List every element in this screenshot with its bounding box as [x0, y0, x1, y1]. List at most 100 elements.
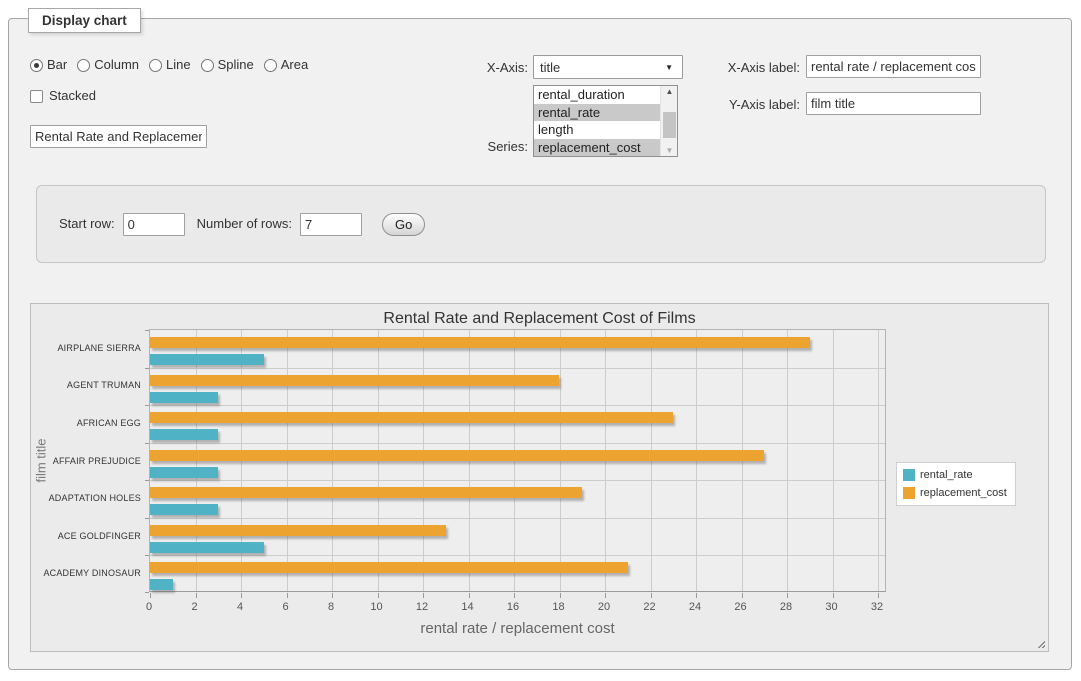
bar-replacement-cost	[150, 412, 673, 423]
radio-circle-icon	[149, 59, 162, 72]
plot-area	[149, 329, 886, 592]
x-axis-select[interactable]: title ▼	[533, 55, 683, 79]
radio-label: Bar	[47, 57, 67, 73]
y-tick-mark	[145, 443, 149, 444]
x-axis-label-input[interactable]	[806, 55, 981, 78]
number-of-rows-input[interactable]	[300, 213, 362, 236]
resize-handle-icon[interactable]	[1035, 638, 1045, 648]
go-button[interactable]: Go	[382, 213, 425, 236]
start-row-input[interactable]	[123, 213, 185, 236]
legend-swatch-icon	[903, 487, 915, 499]
y-tick-mark	[145, 518, 149, 519]
bar-replacement-cost	[150, 487, 582, 498]
legend-swatch-icon	[903, 469, 915, 481]
x-tick-mark	[833, 593, 834, 598]
legend-item-replacement_cost[interactable]: replacement_cost	[903, 487, 1007, 499]
x-tick-mark	[378, 593, 379, 598]
y-axis-label-label: Y-Axis label:	[688, 97, 800, 113]
bar-rental-rate	[150, 392, 218, 403]
x-tick-mark	[878, 593, 879, 598]
x-tick-mark	[651, 593, 652, 598]
x-tick-label: 10	[357, 601, 397, 613]
x-tick-mark	[423, 593, 424, 598]
listbox-scrollbar[interactable]: ▲ ▼	[660, 86, 677, 156]
series-option-length[interactable]: length	[534, 121, 660, 139]
bar-rental-rate	[150, 579, 173, 590]
y-axis-label-input[interactable]	[806, 92, 981, 115]
scroll-down-icon[interactable]: ▼	[661, 146, 678, 155]
x-axis-select-label: X-Axis:	[428, 60, 528, 76]
series-option-rental_duration[interactable]: rental_duration	[534, 86, 660, 104]
legend-label: rental_rate	[920, 469, 973, 481]
radio-area[interactable]: Area	[264, 57, 308, 73]
x-tick-label: 12	[402, 601, 442, 613]
x-axis-selected-value: title	[540, 60, 560, 75]
series-option-replacement_cost[interactable]: replacement_cost	[534, 139, 660, 157]
bar-rental-rate	[150, 354, 264, 365]
category-label: AFFAIR PREJUDICE	[31, 456, 141, 466]
legend-item-rental_rate[interactable]: rental_rate	[903, 469, 1007, 481]
bar-replacement-cost	[150, 562, 628, 573]
x-tick-label: 16	[493, 601, 533, 613]
radio-label: Spline	[218, 57, 254, 73]
x-tick-label: 2	[175, 601, 215, 613]
start-row-label: Start row:	[59, 216, 115, 232]
x-tick-mark	[696, 593, 697, 598]
radio-column[interactable]: Column	[77, 57, 139, 73]
chart-type-radios: Bar Column Line Spline Area	[30, 57, 308, 73]
category-label: AFRICAN EGG	[31, 418, 141, 428]
radio-circle-icon	[201, 59, 214, 72]
x-tick-mark	[787, 593, 788, 598]
radio-label: Line	[166, 57, 191, 73]
radio-line[interactable]: Line	[149, 57, 191, 73]
radio-label: Column	[94, 57, 139, 73]
gridline-horizontal	[150, 443, 885, 444]
chart-panel: Rental Rate and Replacement Cost of Film…	[30, 303, 1049, 652]
radio-spline[interactable]: Spline	[201, 57, 254, 73]
x-tick-label: 20	[584, 601, 624, 613]
x-axis-title: rental rate / replacement cost	[149, 620, 886, 637]
category-label: ADAPTATION HOLES	[31, 493, 141, 503]
gridline-horizontal	[150, 555, 885, 556]
x-tick-label: 6	[266, 601, 306, 613]
scroll-up-icon[interactable]: ▲	[661, 87, 678, 96]
y-tick-mark	[145, 368, 149, 369]
series-option-rental_rate[interactable]: rental_rate	[534, 104, 660, 122]
row-controls-panel: Start row: Number of rows: Go	[36, 185, 1046, 263]
bar-rental-rate	[150, 542, 264, 553]
chart-title-input[interactable]	[30, 125, 207, 148]
number-of-rows-label: Number of rows:	[197, 216, 292, 232]
gridline-horizontal	[150, 405, 885, 406]
chart-legend: rental_rate replacement_cost	[896, 462, 1016, 506]
legend-label: replacement_cost	[920, 487, 1007, 499]
bar-replacement-cost	[150, 337, 810, 348]
scrollbar-thumb[interactable]	[663, 112, 676, 138]
y-tick-mark	[145, 480, 149, 481]
x-tick-mark	[469, 593, 470, 598]
x-tick-label: 14	[448, 601, 488, 613]
bar-rental-rate	[150, 504, 218, 515]
category-label: AGENT TRUMAN	[31, 380, 141, 390]
x-tick-mark	[196, 593, 197, 598]
x-tick-label: 4	[220, 601, 260, 613]
x-tick-label: 8	[311, 601, 351, 613]
x-axis-label-label: X-Axis label:	[688, 60, 800, 76]
chart-title: Rental Rate and Replacement Cost of Film…	[31, 310, 1048, 328]
stacked-checkbox-row[interactable]: Stacked	[30, 88, 96, 104]
series-select-label: Series:	[428, 139, 528, 155]
x-tick-label: 26	[721, 601, 761, 613]
radio-circle-icon	[30, 59, 43, 72]
radio-bar[interactable]: Bar	[30, 57, 67, 73]
radio-circle-icon	[264, 59, 277, 72]
gridline-horizontal	[150, 480, 885, 481]
fieldset-legend: Display chart	[28, 8, 141, 33]
x-tick-mark	[560, 593, 561, 598]
x-tick-label: 0	[129, 601, 169, 613]
stacked-checkbox[interactable]	[30, 90, 43, 103]
series-listbox[interactable]: rental_durationrental_ratelengthreplacem…	[533, 85, 678, 157]
x-tick-mark	[514, 593, 515, 598]
bar-rental-rate	[150, 467, 218, 478]
gridline-vertical	[787, 330, 788, 591]
x-tick-mark	[150, 593, 151, 598]
x-tick-label: 28	[766, 601, 806, 613]
